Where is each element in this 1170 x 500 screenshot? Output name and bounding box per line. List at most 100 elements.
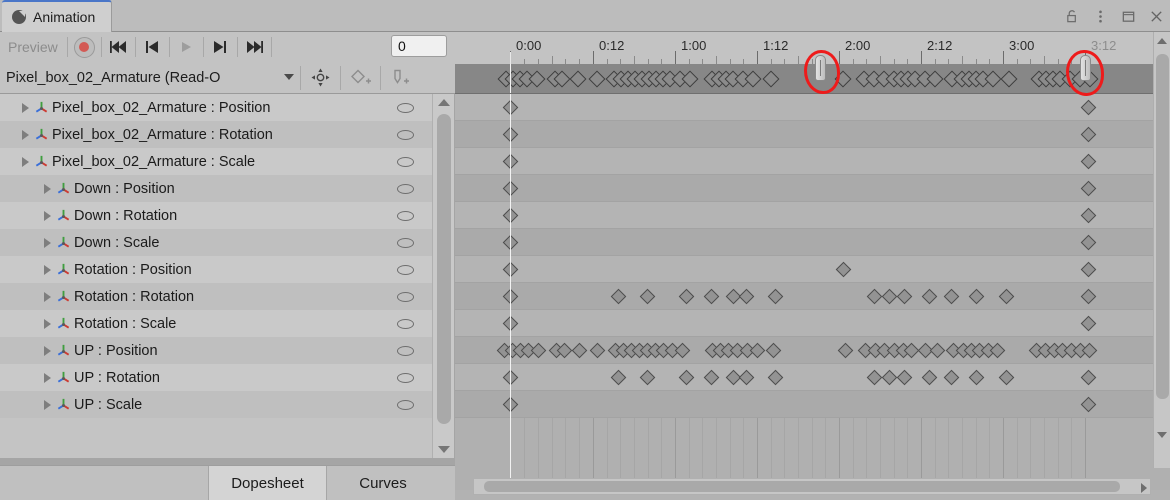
timeline-horizontal-scrollbar[interactable]	[473, 478, 1151, 495]
property-row[interactable]: Down : Position	[0, 175, 432, 202]
keyframe[interactable]	[929, 342, 945, 358]
property-row[interactable]: Rotation : Scale	[0, 310, 432, 337]
property-row[interactable]: Pixel_box_02_Armature : Position	[0, 94, 432, 121]
playhead-marker[interactable]	[1080, 55, 1091, 81]
keyframe[interactable]	[703, 369, 719, 385]
keyframe[interactable]	[610, 369, 626, 385]
keyframe[interactable]	[571, 342, 587, 358]
next-keyframe-button[interactable]	[204, 34, 237, 60]
keyframe-row[interactable]	[455, 337, 1170, 364]
keyframe[interactable]	[1080, 261, 1096, 277]
clip-selector-dropdown[interactable]: Pixel_box_02_Armature (Read-O	[0, 62, 300, 94]
tab-animation[interactable]: Animation	[2, 0, 113, 32]
foldout-arrow-icon[interactable]	[44, 237, 51, 248]
scroll-up-icon[interactable]	[438, 99, 450, 106]
keyframe[interactable]	[896, 369, 912, 385]
keyframe[interactable]	[530, 342, 546, 358]
keyframe[interactable]	[765, 342, 781, 358]
keyframe[interactable]	[767, 288, 783, 304]
property-row[interactable]: Pixel_box_02_Armature : Scale	[0, 148, 432, 175]
scroll-down-icon[interactable]	[1157, 432, 1167, 438]
lock-icon[interactable]	[1065, 9, 1080, 24]
summary-keyframe[interactable]	[588, 70, 606, 87]
playhead-marker[interactable]	[815, 55, 826, 81]
keyframe-row[interactable]	[455, 391, 1170, 418]
add-keyframe-button[interactable]	[341, 63, 380, 93]
property-row[interactable]: Down : Scale	[0, 229, 432, 256]
summary-keyframe[interactable]	[1000, 70, 1018, 87]
foldout-arrow-icon[interactable]	[44, 399, 51, 410]
keyframe[interactable]	[1080, 369, 1096, 385]
add-curve-button[interactable]	[397, 319, 414, 329]
keyframe[interactable]	[1080, 396, 1096, 412]
add-event-button[interactable]	[381, 63, 420, 93]
chevron-right-icon[interactable]	[1141, 483, 1147, 493]
preview-label[interactable]: Preview	[0, 39, 67, 55]
keyframe[interactable]	[866, 288, 882, 304]
keyframe[interactable]	[881, 288, 897, 304]
summary-keyframe[interactable]	[744, 70, 762, 87]
kebab-menu-icon[interactable]	[1093, 9, 1108, 24]
foldout-arrow-icon[interactable]	[22, 156, 29, 167]
record-button[interactable]	[68, 34, 101, 60]
foldout-arrow-icon[interactable]	[22, 102, 29, 113]
add-curve-button[interactable]	[397, 292, 414, 302]
add-curve-button[interactable]	[397, 238, 414, 248]
tab-dopesheet[interactable]: Dopesheet	[208, 466, 327, 500]
keyframe-row[interactable]	[455, 148, 1170, 175]
scroll-up-icon[interactable]	[1157, 38, 1167, 44]
foldout-arrow-icon[interactable]	[44, 318, 51, 329]
tab-curves[interactable]: Curves	[328, 466, 438, 500]
property-row[interactable]: Rotation : Rotation	[0, 283, 432, 310]
foldout-arrow-icon[interactable]	[44, 291, 51, 302]
play-button[interactable]	[170, 34, 203, 60]
keyframe[interactable]	[896, 288, 912, 304]
scrollbar-thumb[interactable]	[1156, 54, 1169, 399]
property-row[interactable]: UP : Rotation	[0, 364, 432, 391]
add-curve-button[interactable]	[397, 400, 414, 410]
property-list[interactable]: Pixel_box_02_Armature : Position Pixel_bo…	[0, 94, 432, 458]
keyframe[interactable]	[1080, 315, 1096, 331]
keyframe-row[interactable]	[455, 310, 1170, 337]
keyframe[interactable]	[749, 342, 765, 358]
keyframe[interactable]	[703, 288, 719, 304]
keyframe[interactable]	[1080, 234, 1096, 250]
add-curve-button[interactable]	[397, 157, 414, 167]
property-row[interactable]: Down : Rotation	[0, 202, 432, 229]
timeline-scrollbar[interactable]	[1153, 32, 1170, 468]
summary-keyframe[interactable]	[681, 70, 699, 87]
current-frame-input[interactable]: 0	[391, 35, 447, 57]
foldout-arrow-icon[interactable]	[44, 345, 51, 356]
property-list-scrollbar[interactable]	[432, 94, 454, 458]
add-curve-button[interactable]	[397, 130, 414, 140]
keyframe[interactable]	[998, 369, 1014, 385]
keyframe[interactable]	[921, 288, 937, 304]
keyframe[interactable]	[998, 288, 1014, 304]
property-row[interactable]: UP : Scale	[0, 391, 432, 418]
keyframe[interactable]	[1080, 126, 1096, 142]
property-row[interactable]: Pixel_box_02_Armature : Rotation	[0, 121, 432, 148]
keyframe[interactable]	[738, 288, 754, 304]
add-curve-button[interactable]	[397, 265, 414, 275]
summary-keyframe[interactable]	[984, 70, 1002, 87]
keyframe[interactable]	[589, 342, 605, 358]
add-curve-button[interactable]	[397, 184, 414, 194]
keyframe[interactable]	[674, 342, 690, 358]
keyframe[interactable]	[1080, 153, 1096, 169]
property-row[interactable]: UP : Position	[0, 337, 432, 364]
add-curve-button[interactable]	[397, 103, 414, 113]
keyframe[interactable]	[767, 369, 783, 385]
keyframe[interactable]	[968, 369, 984, 385]
dopesheet-timeline[interactable]: 0:00 0:12 1:00 1:12 2:00 2:12 3:00 3:12	[455, 32, 1170, 500]
keyframe[interactable]	[837, 342, 853, 358]
keyframe[interactable]	[866, 369, 882, 385]
foldout-arrow-icon[interactable]	[44, 264, 51, 275]
summary-keyframe[interactable]	[834, 70, 852, 87]
keyframe-row[interactable]	[455, 94, 1170, 121]
filter-properties-button[interactable]	[301, 63, 340, 93]
keyframe[interactable]	[1080, 99, 1096, 115]
keyframe[interactable]	[835, 261, 851, 277]
foldout-arrow-icon[interactable]	[44, 210, 51, 221]
keyframe-row[interactable]	[455, 175, 1170, 202]
summary-keyframe[interactable]	[926, 70, 944, 87]
